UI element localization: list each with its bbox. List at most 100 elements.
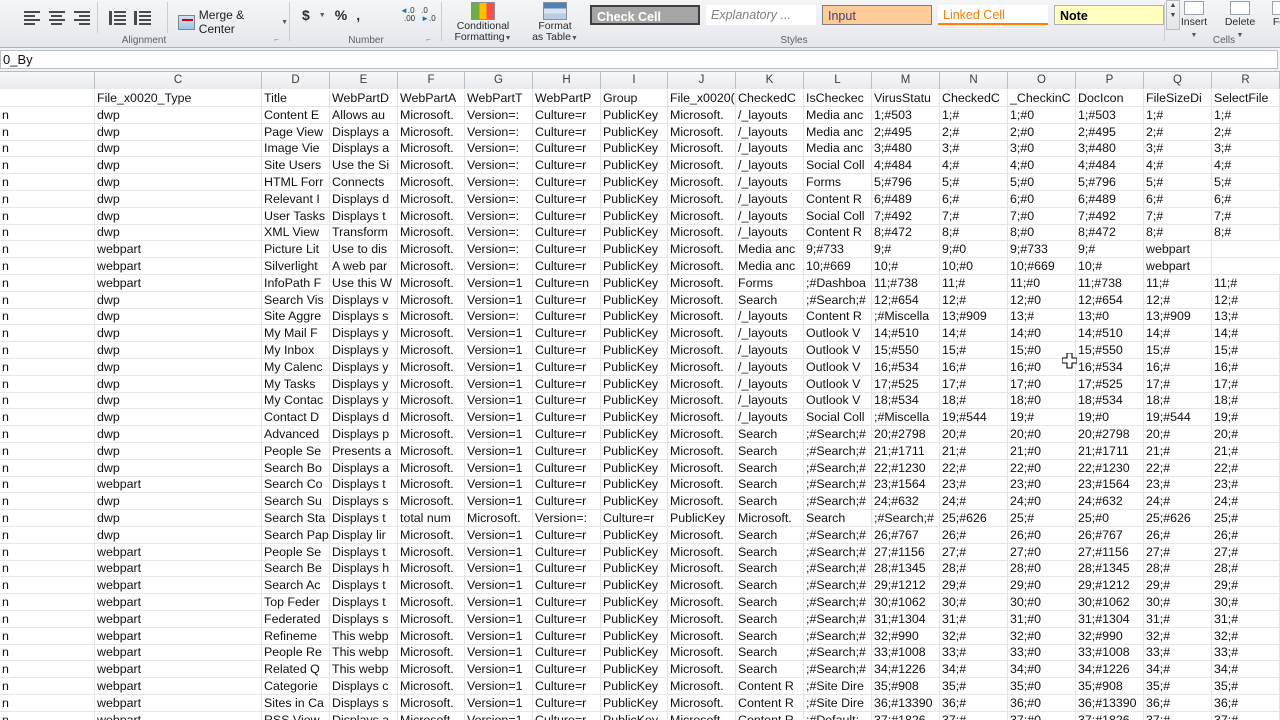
table-cell[interactable]: n bbox=[0, 342, 95, 358]
table-cell[interactable]: PublicKey bbox=[601, 224, 668, 241]
table-cell[interactable]: 7;#492 bbox=[1076, 207, 1144, 224]
column-title-cell[interactable]: File_x0020( bbox=[668, 90, 736, 106]
table-cell[interactable]: Culture=r bbox=[601, 510, 668, 526]
table-cell[interactable]: n bbox=[0, 577, 95, 594]
table-cell[interactable]: 25;# bbox=[1212, 510, 1280, 526]
table-cell[interactable]: 21;#0 bbox=[1008, 442, 1076, 459]
table-cell[interactable]: 37;#1826 bbox=[872, 711, 940, 720]
table-cell[interactable]: Microsoft. bbox=[668, 644, 736, 661]
table-cell[interactable]: 26;#767 bbox=[872, 526, 940, 543]
column-header-O[interactable]: O bbox=[1008, 72, 1076, 89]
table-cell[interactable]: Related Q bbox=[262, 661, 330, 678]
table-cell[interactable]: Displays v bbox=[330, 291, 398, 308]
table-cell[interactable]: ;#Miscella bbox=[872, 308, 940, 325]
table-cell[interactable]: PublicKey bbox=[601, 291, 668, 308]
table-cell[interactable]: Version=1 bbox=[465, 526, 533, 543]
table-cell[interactable]: 37;# bbox=[1144, 711, 1212, 720]
table-cell[interactable]: Displays y bbox=[330, 375, 398, 392]
table-cell[interactable]: 4;# bbox=[1212, 157, 1280, 174]
table-cell[interactable]: InfoPath F bbox=[262, 274, 330, 291]
table-cell[interactable]: 29;# bbox=[1144, 577, 1212, 594]
table-cell[interactable]: dwp bbox=[95, 442, 262, 459]
table-cell[interactable]: dwp bbox=[95, 308, 262, 325]
table-cell[interactable]: PublicKey bbox=[601, 694, 668, 711]
table-cell[interactable]: Version=1 bbox=[465, 459, 533, 476]
table-cell[interactable]: n bbox=[0, 123, 95, 140]
table-row[interactable]: n dwp HTML Forr Connects Microsoft. Version=:… bbox=[0, 174, 1280, 191]
table-cell[interactable]: n bbox=[0, 274, 95, 291]
table-cell[interactable]: Microsoft. bbox=[668, 493, 736, 510]
table-cell[interactable]: Displays a bbox=[330, 123, 398, 140]
table-cell[interactable]: 35;#0 bbox=[1008, 678, 1076, 694]
table-cell[interactable]: Social Coll bbox=[804, 409, 872, 426]
column-header-E[interactable]: E bbox=[330, 72, 398, 89]
table-cell[interactable]: ;#Search;# bbox=[804, 291, 872, 308]
table-cell[interactable]: 22;#1230 bbox=[1076, 459, 1144, 476]
table-cell[interactable]: Search bbox=[804, 510, 872, 526]
table-cell[interactable]: Displays y bbox=[330, 325, 398, 342]
column-title-cell[interactable]: _CheckinC bbox=[1008, 90, 1076, 106]
table-cell[interactable]: Displays t bbox=[330, 207, 398, 224]
table-row[interactable]: n dwp My Inbox Displays y Microsoft. Version=… bbox=[0, 342, 1280, 359]
table-cell[interactable]: 29;#0 bbox=[1008, 577, 1076, 594]
table-cell[interactable]: n bbox=[0, 526, 95, 543]
table-cell[interactable]: PublicKey bbox=[601, 560, 668, 577]
table-cell[interactable]: 37;#0 bbox=[1008, 711, 1076, 720]
comma-style-icon[interactable]: , bbox=[356, 7, 360, 23]
table-row[interactable]: n dwp My Contac Displays y Microsoft. Version… bbox=[0, 392, 1280, 410]
table-cell[interactable]: Media anc bbox=[804, 106, 872, 123]
table-cell[interactable]: 2;# bbox=[1144, 123, 1212, 140]
table-row[interactable]: n dwp Page View Displays a Microsoft. Version… bbox=[0, 123, 1280, 141]
table-cell[interactable]: 24;# bbox=[940, 493, 1008, 510]
table-cell[interactable]: Culture=r bbox=[533, 358, 601, 375]
percent-style-icon[interactable]: % bbox=[335, 7, 347, 23]
table-cell[interactable]: Displays t bbox=[330, 543, 398, 560]
table-cell[interactable]: n bbox=[0, 459, 95, 476]
table-cell[interactable]: n bbox=[0, 627, 95, 644]
table-cell[interactable]: Culture=r bbox=[533, 342, 601, 358]
table-cell[interactable]: Microsoft. bbox=[668, 577, 736, 594]
table-cell[interactable]: Microsoft. bbox=[668, 678, 736, 694]
table-cell[interactable]: webpart bbox=[95, 594, 262, 610]
table-cell[interactable]: Search bbox=[736, 577, 804, 594]
table-cell[interactable]: Displays t bbox=[330, 577, 398, 594]
table-cell[interactable]: /_layouts bbox=[736, 308, 804, 325]
table-cell[interactable]: PublicKey bbox=[601, 711, 668, 720]
table-cell[interactable]: Search Co bbox=[262, 476, 330, 493]
table-cell[interactable]: 7;#492 bbox=[872, 207, 940, 224]
table-cell[interactable]: webpart bbox=[95, 241, 262, 258]
table-cell[interactable]: 20;#2798 bbox=[872, 426, 940, 442]
table-cell[interactable]: 22;# bbox=[940, 459, 1008, 476]
table-cell[interactable]: Microsoft. bbox=[668, 157, 736, 174]
table-cell[interactable]: 14;#510 bbox=[872, 325, 940, 342]
table-cell[interactable]: 18;#534 bbox=[872, 392, 940, 409]
table-row[interactable]: n dwp Search Vis Displays v Microsoft. Versio… bbox=[0, 291, 1280, 309]
column-header-F[interactable]: F bbox=[398, 72, 465, 89]
format-cells-button[interactable]: Fo bbox=[1264, 1, 1280, 28]
table-cell[interactable]: Microsoft. bbox=[398, 560, 465, 577]
table-cell[interactable]: Displays s bbox=[330, 610, 398, 627]
table-cell[interactable]: 2;#495 bbox=[872, 123, 940, 140]
table-cell[interactable]: 25;#626 bbox=[1144, 510, 1212, 526]
table-cell[interactable]: 9;#733 bbox=[1008, 241, 1076, 258]
table-cell[interactable]: Version=1 bbox=[465, 694, 533, 711]
table-cell[interactable]: 36;#13390 bbox=[1076, 694, 1144, 711]
table-cell[interactable]: 30;#1062 bbox=[1076, 594, 1144, 610]
column-header-C[interactable]: C bbox=[95, 72, 262, 89]
table-cell[interactable]: Microsoft. bbox=[398, 610, 465, 627]
column-title-cell[interactable]: FileSizeDi bbox=[1144, 90, 1212, 106]
table-cell[interactable]: 17;# bbox=[1144, 375, 1212, 392]
table-cell[interactable]: 23;#1564 bbox=[872, 476, 940, 493]
table-row[interactable]: n dwp Search Bo Displays a Microsoft. Version… bbox=[0, 459, 1280, 477]
column-title-cell[interactable]: WebPartA bbox=[398, 90, 465, 106]
table-cell[interactable]: Microsoft. bbox=[465, 510, 533, 526]
table-cell[interactable]: PublicKey bbox=[601, 610, 668, 627]
table-cell[interactable]: Version=1 bbox=[465, 594, 533, 610]
table-cell[interactable]: Microsoft. bbox=[668, 459, 736, 476]
table-cell[interactable]: 7;#0 bbox=[1008, 207, 1076, 224]
table-cell[interactable]: 37;# bbox=[940, 711, 1008, 720]
table-cell[interactable]: Microsoft. bbox=[668, 661, 736, 678]
table-cell[interactable]: HTML Forr bbox=[262, 174, 330, 190]
table-cell[interactable]: 6;#0 bbox=[1008, 190, 1076, 207]
table-cell[interactable]: 12;#0 bbox=[1008, 291, 1076, 308]
